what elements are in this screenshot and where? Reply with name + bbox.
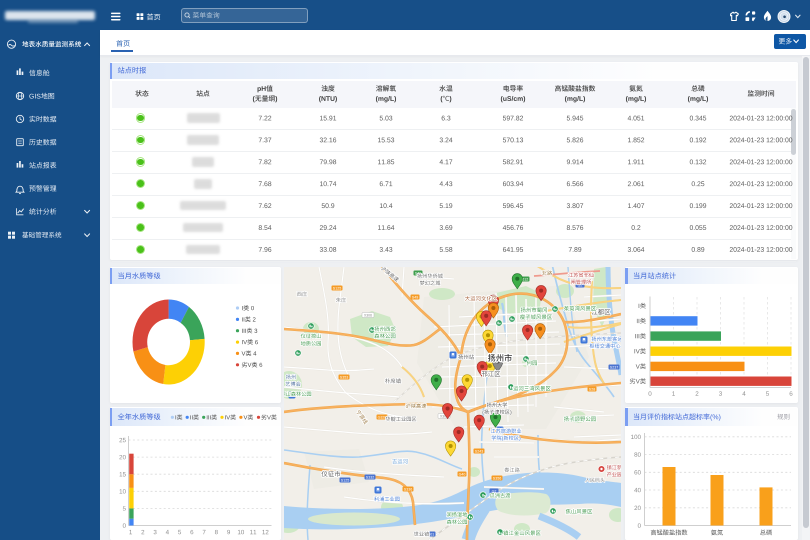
svg-text:S353: S353 bbox=[340, 375, 348, 379]
svg-text:S125: S125 bbox=[333, 286, 341, 290]
svg-text:X306: X306 bbox=[364, 313, 372, 317]
svg-text:S356: S356 bbox=[493, 476, 501, 480]
svg-text:S49: S49 bbox=[412, 295, 418, 299]
svg-text:S125: S125 bbox=[341, 478, 349, 482]
svg-text:S243: S243 bbox=[475, 449, 483, 453]
svg-text:G40: G40 bbox=[459, 472, 466, 476]
svg-text:S237: S237 bbox=[610, 365, 618, 369]
svg-text:G328: G328 bbox=[378, 415, 387, 419]
svg-text:S28: S28 bbox=[589, 387, 595, 391]
svg-text:S332: S332 bbox=[366, 475, 374, 479]
svg-text:S336: S336 bbox=[404, 487, 412, 491]
